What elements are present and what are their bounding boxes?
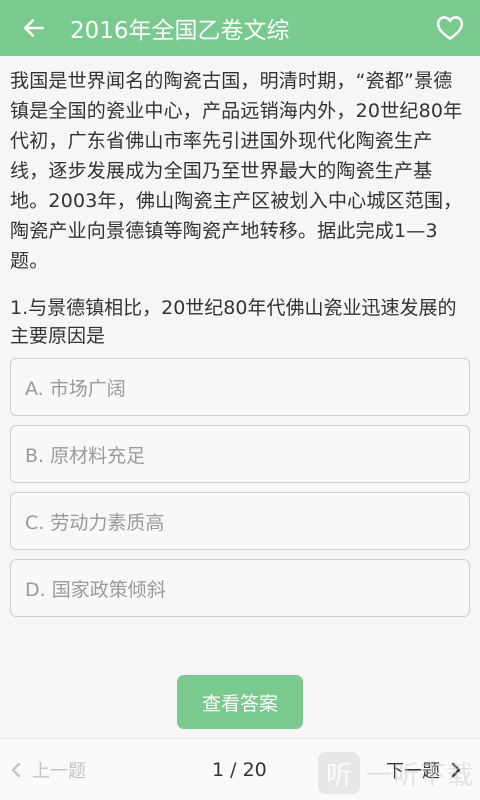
option-a[interactable]: A. 市场广阔 [10,358,470,416]
option-c[interactable]: C. 劳动力素质高 [10,492,470,550]
watermark-logo: 听 [318,752,360,794]
page-title: 2016年全国乙卷文综 [70,18,290,44]
option-b[interactable]: B. 原材料充足 [10,425,470,483]
view-answer-button[interactable]: 查看答案 [177,675,303,729]
heart-outline-icon [436,16,464,40]
arrow-left-icon [24,19,44,37]
page-indicator: 1 / 20 [212,759,267,781]
chevron-left-icon [11,762,21,778]
back-button[interactable] [6,0,62,56]
question-text: 1.与景德镇相比，20世纪80年代佛山瓷业迅速发展的主要原因是 [10,297,457,347]
option-d[interactable]: D. 国家政策倾斜 [10,559,470,617]
watermark: 听 一听下载 [318,752,474,794]
app-bar: 2016年全国乙卷文综 [0,0,480,56]
passage-text: 我国是世界闻名的陶瓷古国，明清时期，“瓷都”景德镇是全国的瓷业中心，产品远销海内… [10,70,463,272]
prev-question-label: 上一题 [32,761,86,782]
prev-question-button[interactable]: 上一题 [8,757,86,783]
watermark-text: 一听下载 [366,760,475,791]
favorite-button[interactable] [426,4,474,52]
question-content: 我国是世界闻名的陶瓷古国，明清时期，“瓷都”景德镇是全国的瓷业中心，产品远销海内… [10,66,470,626]
